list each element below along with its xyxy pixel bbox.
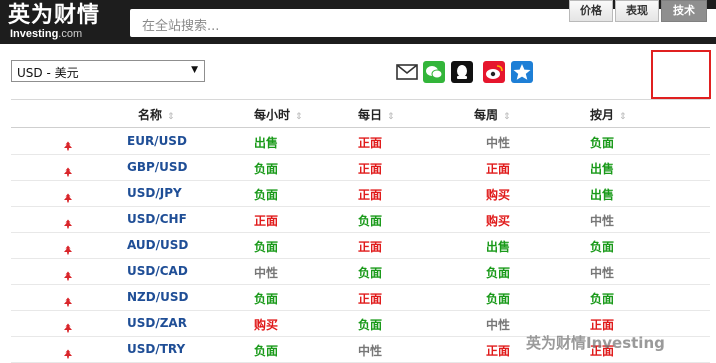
- star-bookmark-icon[interactable]: [511, 61, 533, 83]
- signal-cell: 购买: [486, 188, 511, 202]
- tab-price[interactable]: 价格: [569, 0, 613, 22]
- signal-cell: 负面: [590, 240, 615, 254]
- red-flag-icon: [63, 136, 73, 151]
- header-hourly[interactable]: 每小时 ⇕: [254, 106, 303, 123]
- table-row[interactable]: AUD/USD 负面 正面 出售 负面: [11, 232, 710, 259]
- signal-cell: 正面: [590, 318, 615, 332]
- signal-cell: 正面: [254, 214, 279, 228]
- signal-cell: 负面: [358, 266, 383, 280]
- table-row[interactable]: GBP/USD 负面 正面 正面 出售: [11, 154, 710, 181]
- header-daily[interactable]: 每日 ⇕: [358, 106, 395, 123]
- red-flag-icon: [63, 292, 73, 307]
- watermark-text: 英为财情Investing: [526, 334, 665, 352]
- currency-select[interactable]: USD - 美元 ▼: [11, 60, 205, 82]
- signal-cell: 正面: [486, 344, 511, 358]
- currency-pair-link[interactable]: USD/TRY: [127, 342, 185, 356]
- signal-cell: 购买: [254, 318, 279, 332]
- currency-pair-link[interactable]: USD/ZAR: [127, 316, 187, 330]
- currency-pair-link[interactable]: USD/CHF: [127, 212, 187, 226]
- wechat-icon[interactable]: [423, 61, 445, 83]
- table-row[interactable]: USD/CHF 正面 负面 购买 中性: [11, 206, 710, 233]
- currency-pair-link[interactable]: GBP/USD: [127, 160, 188, 174]
- red-flag-icon: [63, 266, 73, 281]
- signal-cell: 负面: [254, 240, 279, 254]
- signal-cell: 负面: [590, 136, 615, 150]
- weibo-icon[interactable]: [483, 61, 505, 83]
- red-flag-icon: [63, 344, 73, 359]
- sort-icon: ⇕: [295, 112, 303, 122]
- signal-cell: 出售: [590, 162, 615, 176]
- signal-cell: 中性: [486, 136, 511, 150]
- red-flag-icon: [63, 318, 73, 333]
- currency-pair-link[interactable]: AUD/USD: [127, 238, 188, 252]
- signal-cell: 中性: [358, 344, 383, 358]
- currency-select-value: USD - 美元: [17, 66, 79, 80]
- search-placeholder: 在全站搜索...: [142, 19, 220, 34]
- signal-cell: 正面: [358, 240, 383, 254]
- signal-cell: 中性: [590, 266, 615, 280]
- mail-icon[interactable]: [396, 61, 418, 83]
- tab-performance[interactable]: 表现: [615, 0, 659, 22]
- signal-cell: 正面: [358, 136, 383, 150]
- signal-cell: 正面: [358, 162, 383, 176]
- signal-cell: 正面: [358, 292, 383, 306]
- signal-cell: 中性: [486, 318, 511, 332]
- sort-icon: ⇕: [387, 112, 395, 122]
- signal-cell: 负面: [254, 188, 279, 202]
- signal-cell: 负面: [486, 266, 511, 280]
- header-monthly[interactable]: 按月 ⇕: [590, 106, 627, 123]
- signal-cell: 负面: [254, 292, 279, 306]
- signal-cell: 购买: [486, 214, 511, 228]
- currency-pair-link[interactable]: USD/CAD: [127, 264, 188, 278]
- technical-table: 名称 ⇕ 每小时 ⇕ 每日 ⇕ 每周 ⇕ 按月 ⇕ EUR/USD 出售 正面 中性 负面 GBP/…: [11, 99, 710, 363]
- table-row[interactable]: USD/CAD 中性 负面 负面 中性: [11, 258, 710, 285]
- tab-technical[interactable]: 技术: [661, 0, 707, 22]
- table-row[interactable]: NZD/USD 负面 正面 负面 负面: [11, 284, 710, 311]
- signal-cell: 正面: [486, 162, 511, 176]
- signal-cell: 负面: [486, 292, 511, 306]
- logo-english-text: Investing.com: [10, 28, 83, 40]
- table-row[interactable]: EUR/USD 出售 正面 中性 负面: [11, 128, 710, 155]
- table-header: 名称 ⇕ 每小时 ⇕ 每日 ⇕ 每周 ⇕ 按月 ⇕: [11, 100, 710, 128]
- sort-icon: ⇕: [167, 112, 175, 122]
- sort-icon: ⇕: [503, 112, 511, 122]
- logo-chinese-text: 英为财情: [8, 3, 101, 28]
- signal-cell: 出售: [254, 136, 279, 150]
- red-flag-icon: [63, 240, 73, 255]
- header-name[interactable]: 名称 ⇕: [138, 106, 175, 123]
- signal-cell: 负面: [358, 318, 383, 332]
- currency-pair-link[interactable]: NZD/USD: [127, 290, 188, 304]
- signal-cell: 出售: [590, 188, 615, 202]
- qq-icon[interactable]: [451, 61, 473, 83]
- signal-cell: 正面: [358, 188, 383, 202]
- chevron-down-icon: ▼: [191, 65, 198, 75]
- signal-cell: 负面: [358, 214, 383, 228]
- signal-cell: 中性: [590, 214, 615, 228]
- sort-icon: ⇕: [619, 112, 627, 122]
- technical-tab-highlight-box: [651, 50, 711, 99]
- red-flag-icon: [63, 214, 73, 229]
- signal-cell: 出售: [486, 240, 511, 254]
- signal-cell: 中性: [254, 266, 279, 280]
- currency-pair-link[interactable]: USD/JPY: [127, 186, 182, 200]
- red-flag-icon: [63, 162, 73, 177]
- signal-cell: 负面: [590, 292, 615, 306]
- signal-cell: 负面: [254, 344, 279, 358]
- table-row[interactable]: USD/JPY 负面 正面 购买 出售: [11, 180, 710, 207]
- header-weekly[interactable]: 每周 ⇕: [474, 106, 511, 123]
- signal-cell: 负面: [254, 162, 279, 176]
- investing-logo[interactable]: 英为财情 Investing.com: [8, 4, 118, 42]
- red-flag-icon: [63, 188, 73, 203]
- currency-pair-link[interactable]: EUR/USD: [127, 134, 187, 148]
